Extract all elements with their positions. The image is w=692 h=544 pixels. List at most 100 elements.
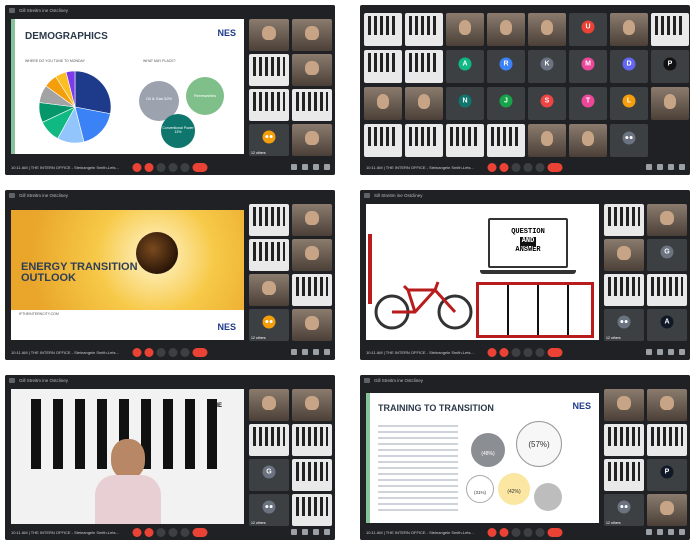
mic-button[interactable] xyxy=(132,348,142,357)
mic-button[interactable] xyxy=(487,348,497,357)
participant-tile[interactable] xyxy=(249,274,289,306)
participant-tile[interactable] xyxy=(292,389,332,421)
chat-icon[interactable] xyxy=(668,349,674,355)
participant-tile[interactable] xyxy=(446,13,484,46)
participant-tile[interactable] xyxy=(249,54,289,86)
camera-button[interactable] xyxy=(144,348,154,357)
participant-tile[interactable] xyxy=(604,389,644,421)
present-button[interactable] xyxy=(168,348,178,357)
participant-tile[interactable] xyxy=(610,13,648,46)
activities-icon[interactable] xyxy=(324,529,330,535)
participant-tile[interactable] xyxy=(604,204,644,236)
participant-tile[interactable] xyxy=(292,19,332,51)
people-icon[interactable] xyxy=(302,164,308,170)
participant-tile[interactable] xyxy=(405,124,443,157)
info-icon[interactable] xyxy=(291,529,297,535)
participant-tile[interactable] xyxy=(528,13,566,46)
participant-tile[interactable] xyxy=(292,424,332,456)
captions-button[interactable] xyxy=(156,348,166,357)
camera-button[interactable] xyxy=(144,528,154,537)
participant-tile[interactable] xyxy=(651,87,689,120)
chat-icon[interactable] xyxy=(668,164,674,170)
end-call-button[interactable] xyxy=(192,163,208,172)
end-call-button[interactable] xyxy=(192,528,208,537)
activities-icon[interactable] xyxy=(679,164,685,170)
participant-tile[interactable] xyxy=(647,424,687,456)
present-button[interactable] xyxy=(523,528,533,537)
participant-tile[interactable] xyxy=(604,239,644,271)
participant-tile[interactable] xyxy=(249,204,289,236)
end-call-button[interactable] xyxy=(547,348,563,357)
participant-tile[interactable]: P xyxy=(647,459,687,491)
participant-tile[interactable]: J xyxy=(487,87,525,120)
participant-tile[interactable] xyxy=(292,124,332,156)
participant-tile[interactable]: S xyxy=(528,87,566,120)
chat-icon[interactable] xyxy=(313,529,319,535)
participant-tile[interactable] xyxy=(528,124,566,157)
present-button[interactable] xyxy=(168,163,178,172)
participant-tile[interactable] xyxy=(647,494,687,526)
participant-tile[interactable] xyxy=(487,124,525,157)
mic-button[interactable] xyxy=(132,163,142,172)
participant-tile[interactable] xyxy=(292,274,332,306)
participant-tile[interactable] xyxy=(249,424,289,456)
participant-tile[interactable]: G xyxy=(249,459,289,491)
activities-icon[interactable] xyxy=(324,349,330,355)
participant-tile[interactable] xyxy=(405,50,443,83)
present-button[interactable] xyxy=(168,528,178,537)
participant-tile[interactable] xyxy=(364,50,402,83)
end-call-button[interactable] xyxy=(547,163,563,172)
info-icon[interactable] xyxy=(646,349,652,355)
participant-tile[interactable]: ●● 12 others xyxy=(249,309,289,341)
more-button[interactable] xyxy=(180,528,190,537)
chat-icon[interactable] xyxy=(313,164,319,170)
people-icon[interactable] xyxy=(657,164,663,170)
people-icon[interactable] xyxy=(302,349,308,355)
people-icon[interactable] xyxy=(657,349,663,355)
chat-icon[interactable] xyxy=(668,529,674,535)
participant-tile[interactable] xyxy=(647,389,687,421)
participant-tile[interactable] xyxy=(292,494,332,526)
participant-tile[interactable] xyxy=(364,124,402,157)
participant-tile[interactable] xyxy=(292,54,332,86)
participant-tile[interactable]: T xyxy=(569,87,607,120)
mic-button[interactable] xyxy=(132,528,142,537)
participant-tile[interactable] xyxy=(292,89,332,121)
activities-icon[interactable] xyxy=(679,349,685,355)
participant-tile[interactable] xyxy=(604,274,644,306)
camera-button[interactable] xyxy=(144,163,154,172)
participant-tile[interactable] xyxy=(604,459,644,491)
chat-icon[interactable] xyxy=(313,349,319,355)
mic-button[interactable] xyxy=(487,163,497,172)
participant-tile[interactable] xyxy=(405,13,443,46)
participant-tile[interactable] xyxy=(292,239,332,271)
info-icon[interactable] xyxy=(291,164,297,170)
captions-button[interactable] xyxy=(156,528,166,537)
participant-tile[interactable]: K xyxy=(528,50,566,83)
participant-tile[interactable] xyxy=(405,87,443,120)
more-button[interactable] xyxy=(535,348,545,357)
people-icon[interactable] xyxy=(302,529,308,535)
people-icon[interactable] xyxy=(657,529,663,535)
participant-tile[interactable]: M xyxy=(569,50,607,83)
participant-tile[interactable] xyxy=(249,89,289,121)
captions-button[interactable] xyxy=(511,528,521,537)
participant-tile[interactable]: D xyxy=(610,50,648,83)
participant-tile[interactable] xyxy=(604,424,644,456)
participant-tile[interactable] xyxy=(249,239,289,271)
participant-tile[interactable] xyxy=(569,124,607,157)
camera-button[interactable] xyxy=(499,528,509,537)
end-call-button[interactable] xyxy=(547,528,563,537)
camera-button[interactable] xyxy=(499,348,509,357)
participant-tile[interactable]: ●● 12 others xyxy=(249,494,289,526)
participant-tile[interactable] xyxy=(292,459,332,491)
participant-tile[interactable] xyxy=(651,13,689,46)
participant-tile[interactable]: ●● 12 others xyxy=(249,124,289,156)
participant-tile[interactable]: U xyxy=(569,13,607,46)
info-icon[interactable] xyxy=(646,164,652,170)
camera-button[interactable] xyxy=(499,163,509,172)
captions-button[interactable] xyxy=(511,163,521,172)
participant-tile[interactable] xyxy=(292,204,332,236)
participant-tile[interactable]: A xyxy=(647,309,687,341)
participant-tile[interactable] xyxy=(364,87,402,120)
